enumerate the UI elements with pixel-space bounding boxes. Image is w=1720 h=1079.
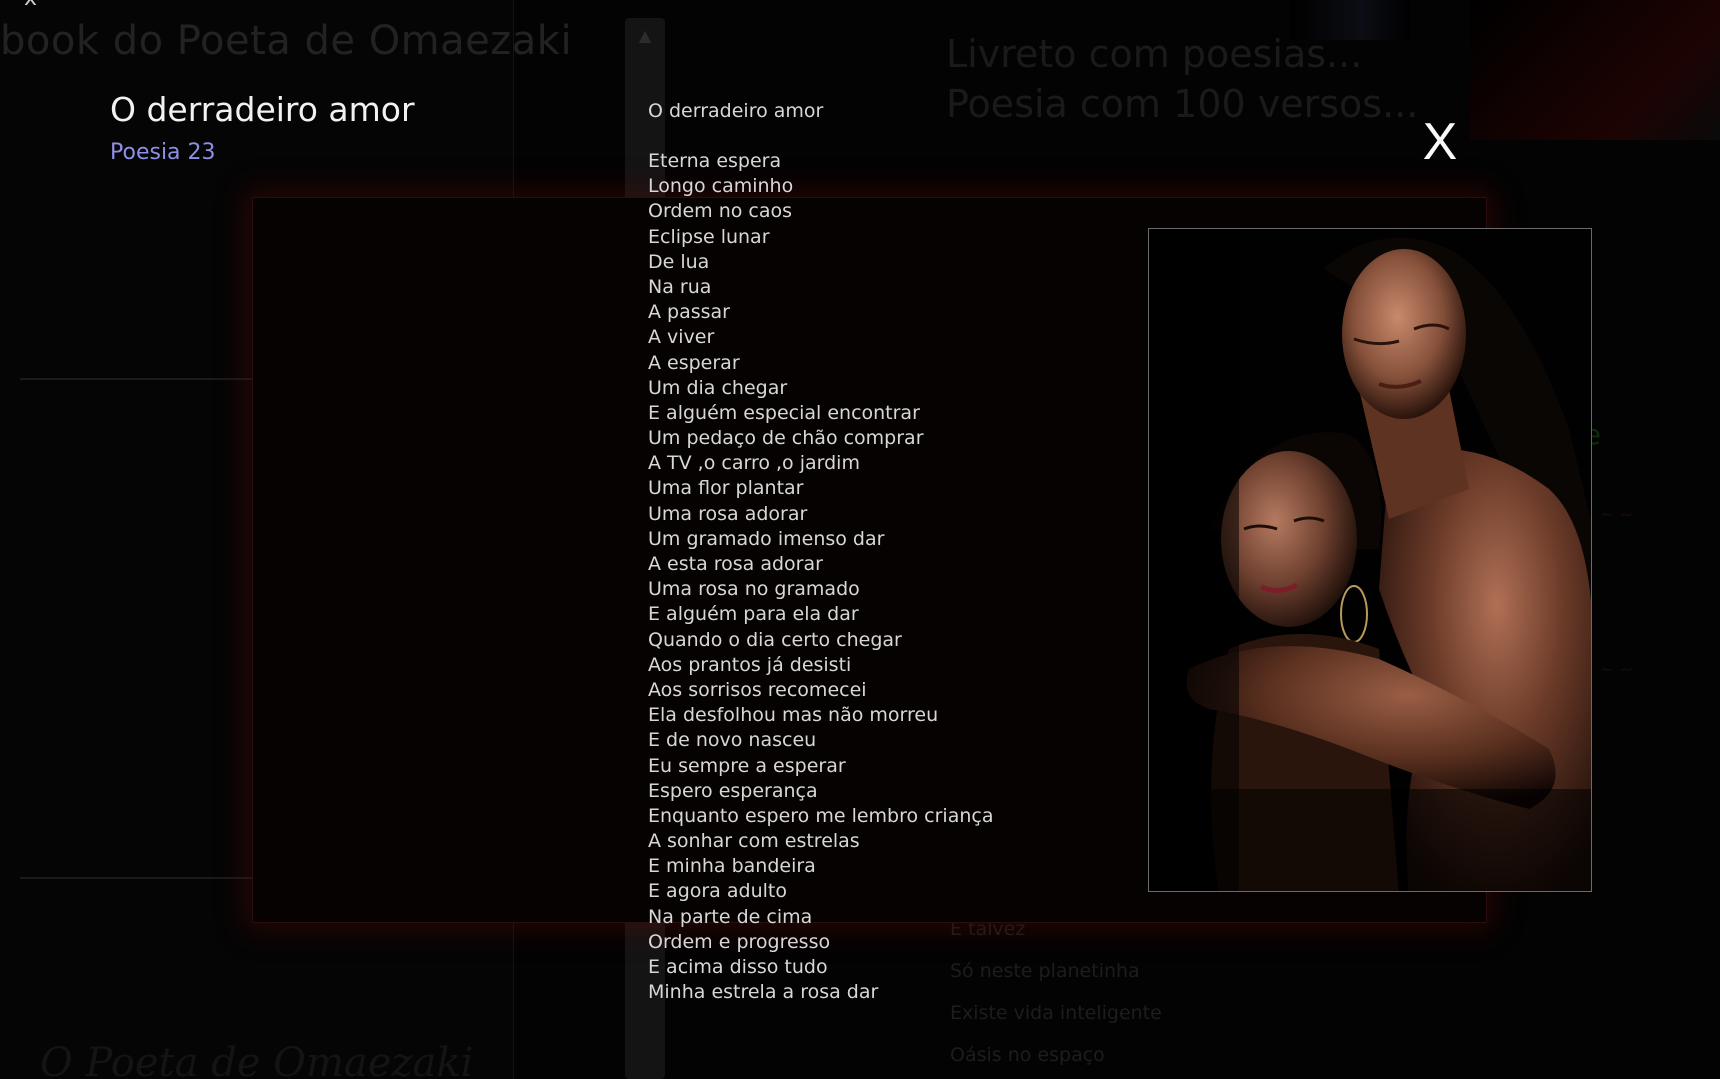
poem-line: E alguém especial encontrar: [648, 401, 920, 424]
poem-line: Eterna espera: [648, 150, 782, 172]
poem-line: Aos prantos já desisti: [648, 653, 852, 676]
screen: x book do Poeta de Omaezaki O Poeta de O…: [0, 0, 1720, 1079]
poem-line: Aos sorrisos recomecei: [648, 678, 867, 701]
poem-title: O derradeiro amor: [648, 100, 824, 122]
poem-line: Ordem no caos: [648, 200, 793, 223]
poem-line: A esperar: [648, 351, 740, 374]
poem-line: E agora adulto: [648, 880, 787, 903]
poem-line: Na parte de cima: [648, 905, 813, 928]
couple-photo: [1148, 228, 1592, 892]
background-site-title: book do Poeta de Omaezaki: [0, 18, 573, 64]
poem-line: A sonhar com estrelas: [648, 830, 860, 853]
background-close-icon[interactable]: x: [24, 0, 37, 11]
poem-line: Uma rosa no gramado: [648, 578, 860, 601]
poem-line: Ela desfolhou mas não morreu: [648, 704, 939, 727]
modal-subtitle: Poesia 23: [110, 140, 216, 165]
poem-line: Na rua: [648, 275, 712, 298]
poem-line: Espero esperança: [648, 779, 818, 802]
poem-line: De lua: [648, 250, 710, 273]
poem-line: Minha estrela a rosa dar: [648, 981, 879, 1004]
poem-line: E alguém para ela dar: [648, 603, 859, 626]
poem-line: A passar: [648, 301, 730, 324]
background-headline-1: Livreto com poesias...: [946, 32, 1363, 76]
scroll-up-arrow-icon[interactable]: ▲: [625, 26, 665, 45]
background-verse-line: Oásis no espaço: [950, 1044, 1105, 1066]
poem-lines: Eterna espera Longo caminho Ordem no caos E…: [648, 149, 1068, 1005]
poem-line: A TV ,o carro ,o jardim: [648, 452, 860, 475]
poem-line: Ordem e progresso: [648, 930, 831, 953]
poem-line: Longo caminho: [648, 175, 794, 198]
background-footer-title: O Poeta de Omaezaki: [40, 1040, 474, 1079]
poem-line: Eu sempre a esperar: [648, 754, 846, 777]
poem-text: O derradeiro amor Eterna espera Longo cam…: [648, 98, 1068, 1005]
poem-line: Uma flor plantar: [648, 477, 804, 500]
poem-line: Um dia chegar: [648, 376, 788, 399]
photo-icon: [1149, 229, 1591, 891]
poem-line: E minha bandeira: [648, 855, 816, 878]
poem-line: Quando o dia certo chegar: [648, 628, 902, 651]
poem-spacer: [648, 124, 1068, 149]
poem-line: Uma rosa adorar: [648, 502, 808, 525]
close-button[interactable]: X: [1415, 112, 1465, 172]
poem-line: A viver: [648, 326, 715, 349]
poem-line: E acima disso tudo: [648, 956, 828, 978]
poem-line: Um gramado imenso dar: [648, 527, 885, 550]
poem-line: Enquanto espero me lembro criança: [648, 804, 994, 827]
background-decoration: [1470, 0, 1720, 140]
modal-title: O derradeiro amor: [110, 90, 415, 129]
poem-line: Eclipse lunar: [648, 225, 770, 248]
poem-line: Um pedaço de chão comprar: [648, 427, 924, 450]
poem-line: A esta rosa adorar: [648, 553, 823, 575]
poem-line: E de novo nasceu: [648, 729, 817, 752]
